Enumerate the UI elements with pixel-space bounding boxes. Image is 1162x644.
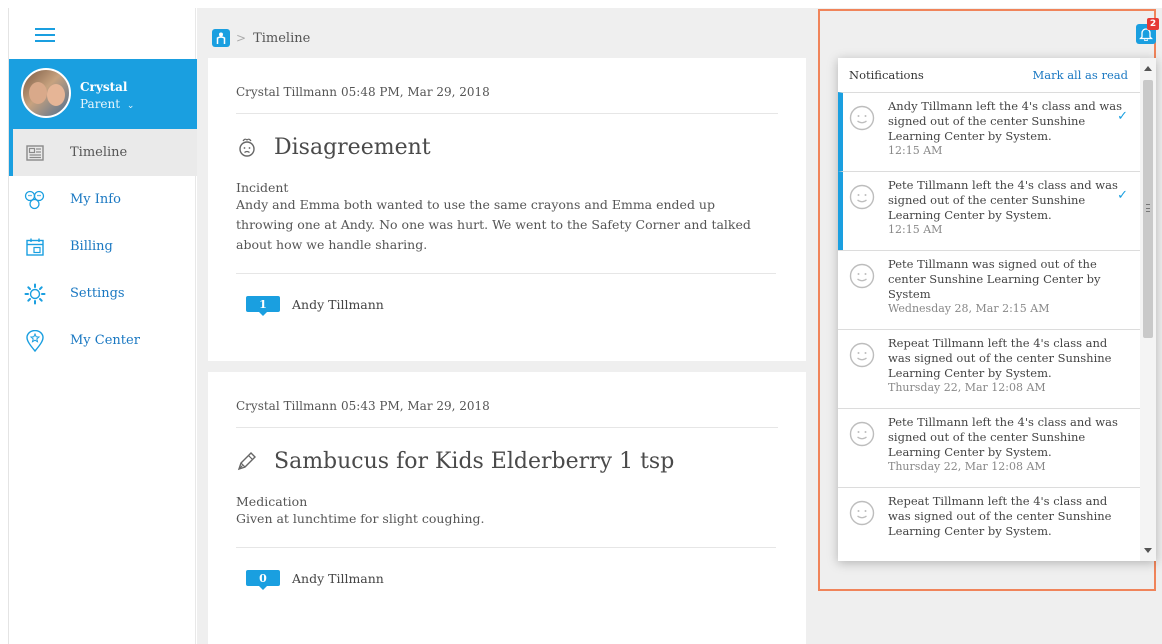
notification-item[interactable]: Repeat Tillmann left the 4's class and w… [838,329,1140,408]
card-header: Crystal Tillmann 05:48 PM, Mar 29, 2018 [236,58,778,114]
menu-icon[interactable] [35,26,57,42]
incident-face-icon [236,136,258,158]
timeline-card: Crystal Tillmann 05:48 PM, Mar 29, 2018 D… [208,58,806,361]
card-footer: 0 Andy Tillmann [236,570,778,590]
card-title-row: Sambucus for Kids Elderberry 1 tsp [236,448,778,474]
sidebar-item-label: My Info [70,192,121,207]
user-role-label: Parent [80,97,121,111]
card-description: Andy and Emma both wanted to use the sam… [236,195,776,274]
notification-text: Pete Tillmann was signed out of the cent… [888,257,1101,301]
card-description: Given at lunchtime for slight coughing. [236,509,776,548]
card-author: Crystal Tillmann [236,85,337,99]
notification-text: Repeat Tillmann left the 4's class and w… [888,494,1112,538]
notification-text: Repeat Tillmann left the 4's class and w… [888,336,1112,380]
card-header: Crystal Tillmann 05:43 PM, Mar 29, 2018 [236,372,778,428]
smiley-icon [849,263,875,289]
newspaper-icon [24,142,46,164]
smiley-icon [849,184,875,210]
user-name: Crystal [80,80,128,94]
user-card: Crystal Parent ⌄ [9,59,197,129]
center-badge-icon [24,329,46,352]
timeline-card: Crystal Tillmann 05:43 PM, Mar 29, 2018 S… [208,372,806,644]
mark-all-read-link[interactable]: Mark all as read [1032,68,1128,82]
notification-item[interactable]: Pete Tillmann left the 4's class and was… [838,408,1140,487]
sidebar-item-settings[interactable]: Settings [9,270,197,317]
comment-count-badge[interactable]: 1 [246,296,280,316]
notification-item[interactable]: Andy Tillmann left the 4's class and was… [838,92,1140,171]
card-type: Medication [236,494,308,509]
notification-time: Thursday 22, Mar 12:08 AM [888,381,1046,394]
card-author: Crystal Tillmann [236,399,337,413]
notification-time: 12:15 AM [888,144,943,157]
smiley-icon [849,500,875,526]
sidebar-item-my-center[interactable]: My Center [9,317,197,364]
card-title: Disagreement [274,134,431,160]
comment-count-badge[interactable]: 0 [246,570,280,590]
chevron-right-icon: > [236,31,247,45]
sidebar: Crystal Parent ⌄ Timeline My Info Billin… [8,8,197,644]
child-name: Andy Tillmann [292,570,384,586]
breadcrumb: > Timeline [212,29,310,47]
sidebar-nav: Timeline My Info Billing Settings My Cen… [9,129,197,364]
child-name: Andy Tillmann [292,296,384,312]
notification-time: Thursday 22, Mar 12:08 AM [888,460,1046,473]
card-footer: 1 Andy Tillmann [236,296,778,316]
sidebar-item-label: Timeline [70,145,128,160]
scrollbar-thumb[interactable] [1143,80,1153,338]
sidebar-item-timeline[interactable]: Timeline [9,129,197,176]
notification-text: Pete Tillmann left the 4's class and was… [888,415,1118,459]
scroll-down-arrow-icon[interactable] [1144,548,1152,553]
calendar-icon [24,236,46,258]
notifications-header: Notifications Mark all as read [838,58,1140,92]
sidebar-item-billing[interactable]: Billing [9,223,197,270]
gear-icon [24,283,46,305]
smiley-icon [849,421,875,447]
notification-count-badge: 2 [1147,18,1159,30]
notification-text: Andy Tillmann left the 4's class and was… [888,99,1123,143]
sidebar-item-label: Billing [70,239,113,254]
chevron-down-icon: ⌄ [126,101,135,111]
check-icon[interactable]: ✓ [1117,109,1128,124]
home-icon[interactable] [212,29,230,47]
notification-item[interactable]: Pete Tillmann was signed out of the cent… [838,250,1140,329]
notification-item[interactable]: Pete Tillmann left the 4's class and was… [838,171,1140,250]
notifications-title: Notifications [849,68,924,82]
card-title-row: Disagreement [236,134,778,160]
breadcrumb-current: Timeline [253,30,311,46]
notification-text: Pete Tillmann left the 4's class and was… [888,178,1118,222]
user-role-dropdown[interactable]: Parent ⌄ [80,97,134,111]
pen-icon [236,450,258,472]
card-timestamp: 05:48 PM, Mar 29, 2018 [341,85,490,99]
notifications-scrollbar[interactable] [1140,58,1156,561]
sidebar-item-label: My Center [70,333,140,348]
scroll-up-arrow-icon[interactable] [1144,66,1152,71]
smiley-icon [849,105,875,131]
notifications-list: Andy Tillmann left the 4's class and was… [838,92,1140,561]
notification-time: 12:15 AM [888,223,943,236]
notification-time: Wednesday 28, Mar 2:15 AM [888,302,1050,315]
card-timestamp: 05:43 PM, Mar 29, 2018 [341,399,490,413]
notifications-panel: Notifications Mark all as read Andy Till… [838,58,1156,561]
check-icon[interactable]: ✓ [1117,188,1128,203]
card-type: Incident [236,180,289,195]
card-title: Sambucus for Kids Elderberry 1 tsp [274,448,675,474]
sidebar-item-my-info[interactable]: My Info [9,176,197,223]
family-icon [24,189,46,211]
notification-item[interactable]: Repeat Tillmann left the 4's class and w… [838,487,1140,561]
smiley-icon [849,342,875,368]
sidebar-item-label: Settings [70,286,125,301]
avatar [21,68,71,118]
